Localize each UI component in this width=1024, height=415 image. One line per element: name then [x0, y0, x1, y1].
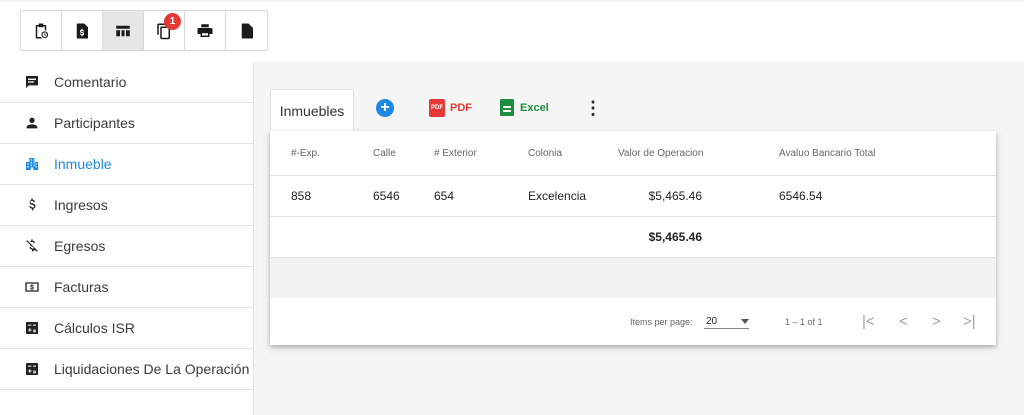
table-cell: 6546: [373, 189, 400, 203]
sidebar-item-label: Ingresos: [54, 197, 108, 213]
table-icon: [116, 25, 130, 36]
main-content: Inmuebles + PDF PDF Excel ⋮ #-Exp. Calle…: [254, 62, 1024, 415]
total-value: $5,465.46: [648, 230, 702, 244]
excel-label: Excel: [520, 101, 549, 114]
dollar-off-icon: [26, 239, 38, 252]
table-cell: $5,465.46: [648, 189, 702, 203]
next-page-icon[interactable]: >: [932, 298, 941, 345]
table-header-row: #-Exp. Calle # Exterior Colonia Valor de…: [270, 131, 996, 176]
items-per-page-label: Items per page:: [630, 316, 693, 327]
calculator-icon: [26, 322, 38, 334]
bill-icon: [25, 282, 39, 292]
table-total-row: $5,465.46: [270, 217, 996, 258]
column-header[interactable]: # Exterior: [434, 131, 477, 175]
previous-page-icon[interactable]: <: [899, 298, 908, 345]
pdf-label: PDF: [450, 102, 472, 114]
pdf-export-button[interactable]: PDF PDF: [429, 99, 472, 117]
sidebar-item-participantes[interactable]: Participantes: [0, 103, 253, 144]
page-size-value: 20: [706, 315, 718, 327]
table-button[interactable]: [103, 11, 144, 50]
copy-button[interactable]: 1: [144, 11, 185, 50]
sidebar-item-facturas[interactable]: Facturas: [0, 267, 253, 308]
top-border: [0, 0, 1024, 2]
document-icon: [241, 23, 253, 38]
add-circle-icon: +: [376, 99, 394, 117]
column-header[interactable]: #-Exp.: [291, 131, 320, 175]
column-header[interactable]: Calle: [373, 131, 396, 175]
inmuebles-table: #-Exp. Calle # Exterior Colonia Valor de…: [270, 131, 996, 345]
print-icon: [197, 23, 213, 37]
table-empty-area: [270, 258, 996, 298]
table-cell: Excelencia: [528, 189, 587, 203]
range-label: 1 – 1 of 1: [785, 316, 823, 327]
dropdown-arrow-icon: [741, 318, 749, 324]
sidebar-item-label: Comentario: [54, 74, 127, 90]
last-page-icon[interactable]: >|: [963, 298, 976, 345]
sidebar-item-inmueble[interactable]: Inmueble: [0, 144, 253, 185]
notification-badge: 1: [164, 13, 181, 30]
sidebar-item-label: Liquidaciones De La Operación: [54, 361, 250, 377]
sidebar-item-ingresos[interactable]: Ingresos: [0, 185, 253, 226]
sidebar-item-label: Cálculos ISR: [54, 320, 135, 336]
pdf-icon: PDF: [429, 99, 445, 117]
clipboard-clock-button[interactable]: [21, 11, 62, 50]
dollar-icon: [29, 198, 36, 211]
column-header[interactable]: Colonia: [528, 131, 562, 175]
add-button[interactable]: +: [376, 99, 394, 117]
sidebar-item-label: Egresos: [54, 238, 106, 254]
sidebar-item-label: Participantes: [54, 115, 135, 131]
tab-inmuebles[interactable]: Inmuebles: [270, 89, 354, 131]
clipboard-clock-icon: [35, 23, 49, 38]
sidebar-item-label: Inmueble: [54, 156, 112, 172]
excel-icon: [500, 99, 514, 116]
table-cell: 6546.54: [779, 189, 823, 203]
sidebar: Comentario Participantes Inmueble Ingres…: [0, 62, 253, 415]
top-toolbar: 1: [20, 10, 268, 51]
calculator-icon: [26, 363, 38, 375]
table-cell: 654: [434, 189, 455, 203]
excel-export-button[interactable]: Excel: [500, 99, 549, 116]
column-header[interactable]: Valor de Operacion: [618, 131, 703, 175]
first-page-icon[interactable]: |<: [862, 298, 875, 345]
more-options-button[interactable]: ⋮: [584, 99, 602, 117]
column-header[interactable]: Avaluo Bancario Total: [779, 131, 875, 175]
sidebar-item-calculos-isr[interactable]: Cálculos ISR: [0, 308, 253, 349]
sidebar-item-liquidaciones[interactable]: Liquidaciones De La Operación: [0, 349, 253, 390]
invoice-button[interactable]: [62, 11, 103, 50]
comment-icon: [26, 76, 38, 88]
invoice-dollar-icon: [76, 23, 88, 38]
document-button[interactable]: [226, 11, 267, 50]
paginator: Items per page: 20 1 – 1 of 1 |< < > >|: [270, 298, 996, 345]
print-button[interactable]: [185, 11, 226, 50]
sidebar-item-label: Facturas: [54, 279, 109, 295]
sidebar-item-comentario[interactable]: Comentario: [0, 62, 253, 103]
person-icon: [26, 117, 38, 129]
table-row[interactable]: 858 6546 654 Excelencia $5,465.46 6546.5…: [270, 176, 996, 217]
sidebar-item-egresos[interactable]: Egresos: [0, 226, 253, 267]
building-icon: [26, 158, 38, 170]
table-cell: 858: [291, 189, 312, 203]
page-size-select[interactable]: 20: [704, 298, 749, 345]
